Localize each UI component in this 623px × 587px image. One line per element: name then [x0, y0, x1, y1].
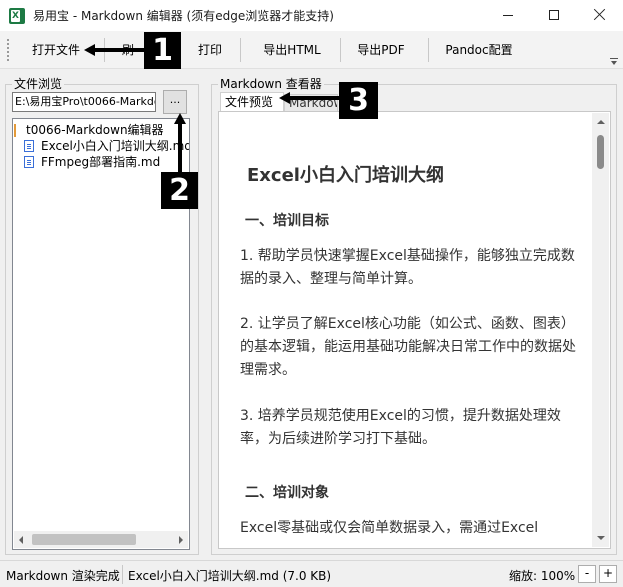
- tree-file-item[interactable]: FFmpeg部署指南.md: [24, 154, 160, 170]
- toolbar-separator: [340, 38, 341, 62]
- title-bar: X 易用宝 - Markdown 编辑器 (须有edge浏览器才能支持): [0, 0, 623, 31]
- paragraph: Excel零基础或仅会简单数据录入，需通过Excel: [240, 520, 539, 536]
- minimize-icon: [503, 15, 513, 16]
- close-button[interactable]: [577, 0, 623, 31]
- folder-icon: [14, 123, 24, 137]
- viewer-label: Markdown 查看器: [218, 77, 324, 91]
- markdown-file-icon: [24, 156, 34, 168]
- file-browser-label: 文件浏览: [12, 77, 65, 91]
- print-button[interactable]: 打印: [190, 31, 230, 69]
- window-controls: [485, 0, 623, 31]
- zoom-out-button[interactable]: -: [578, 565, 596, 583]
- export-pdf-button[interactable]: 导出PDF: [348, 31, 414, 69]
- scrollbar-thumb[interactable]: [597, 135, 604, 169]
- callout-badge-2: 2: [161, 172, 198, 209]
- scroll-up-icon[interactable]: [597, 120, 605, 124]
- file-info-text: Excel小白入门培训大纲.md (7.0 KB): [128, 569, 332, 583]
- pandoc-config-button[interactable]: Pandoc配置: [436, 31, 522, 69]
- section-heading: 二、培训对象: [245, 485, 329, 501]
- callout-arrow-line: [178, 123, 182, 173]
- status-bar: Markdown 渲染完成 Excel小白入门培训大纲.md (7.0 KB) …: [0, 560, 623, 587]
- markdown-preview-pane: Excel小白入门培训大纲 一、培训目标 1. 帮助学员快速掌握Excel基础操…: [218, 111, 611, 549]
- callout-badge-3: 3: [339, 82, 378, 119]
- tree-folder-label: t0066-Markdown编辑器: [26, 123, 164, 137]
- scroll-right-icon[interactable]: [179, 536, 183, 544]
- tree-file-item[interactable]: Excel小白入门培训大纲.md: [24, 138, 190, 154]
- scroll-left-icon[interactable]: [19, 536, 23, 544]
- paragraph: 2. 让学员了解Excel核心功能（如公式、函数、图表）的基本逻辑，能运用基础功…: [240, 316, 576, 378]
- render-status-text: Markdown 渲染完成: [6, 569, 120, 583]
- open-file-button[interactable]: 打开文件: [20, 31, 92, 69]
- tree-file-label: Excel小白入门培训大纲.md: [41, 139, 190, 153]
- paragraph: 3. 培养学员规范使用Excel的习惯，提升数据处理效率，为后续进阶学习打下基础…: [240, 408, 561, 447]
- toolbar-grip-icon[interactable]: [7, 39, 9, 61]
- tree-file-label: FFmpeg部署指南.md: [41, 155, 161, 169]
- excel-app-icon: X: [9, 7, 25, 24]
- callout-arrow-line: [94, 48, 144, 52]
- zoom-level-text: 缩放: 100%: [509, 569, 576, 583]
- maximize-button[interactable]: [531, 0, 577, 31]
- section-heading: 一、培训目标: [245, 213, 329, 229]
- minimize-button[interactable]: [485, 0, 531, 31]
- callout-badge-1: 1: [144, 32, 181, 69]
- close-icon: [594, 8, 606, 20]
- scrollbar-thumb[interactable]: [32, 534, 136, 545]
- toolbar-overflow-icon[interactable]: [610, 58, 618, 66]
- document-title: Excel小白入门培训大纲: [247, 165, 444, 186]
- callout-arrow-line: [289, 96, 339, 100]
- folder-path-input[interactable]: E:\易用宝Pro\t0066-Markdown编辑器: [12, 92, 156, 112]
- export-html-button[interactable]: 导出HTML: [252, 31, 332, 69]
- browse-folder-button[interactable]: ...: [163, 90, 187, 114]
- tree-folder-item[interactable]: t0066-Markdown编辑器: [13, 122, 164, 138]
- status-separator: [122, 565, 123, 584]
- window-title: 易用宝 - Markdown 编辑器 (须有edge浏览器才能支持): [33, 9, 334, 23]
- toolbar-separator: [240, 38, 241, 62]
- zoom-in-button[interactable]: +: [599, 565, 617, 583]
- markdown-file-icon: [24, 140, 34, 152]
- tree-horizontal-scrollbar[interactable]: [14, 531, 188, 548]
- scroll-down-icon[interactable]: [597, 536, 605, 540]
- preview-vertical-scrollbar[interactable]: [592, 113, 609, 547]
- toolbar-separator: [428, 38, 429, 62]
- tab-file-preview[interactable]: 文件预览: [220, 92, 284, 112]
- paragraph: 1. 帮助学员快速掌握Excel基础操作，能够独立完成数据的录入、整理与简单计算…: [240, 248, 575, 287]
- maximize-icon: [549, 10, 559, 20]
